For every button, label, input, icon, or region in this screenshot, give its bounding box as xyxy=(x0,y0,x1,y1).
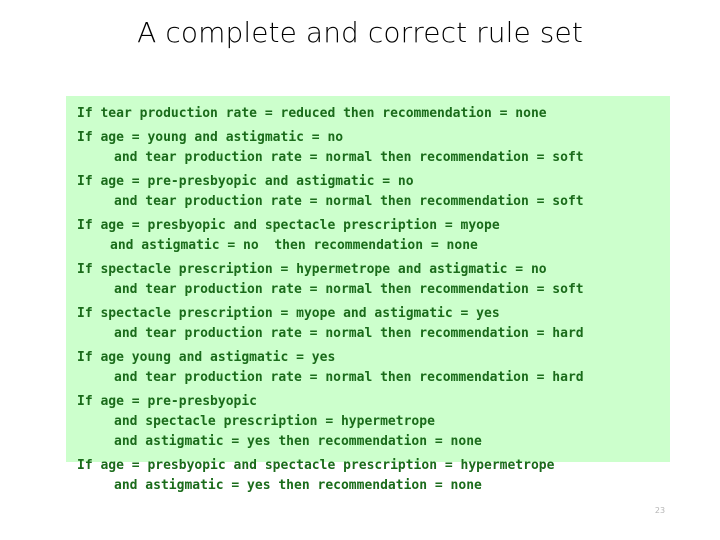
rule-line-continuation: and astigmatic = yes then recommendation… xyxy=(114,478,482,493)
rule-line-continuation: and tear production rate = normal then r… xyxy=(114,150,584,165)
rule-block: If age = presbyopic and spectacle prescr… xyxy=(66,216,670,256)
rule-block: If age = young and astigmatic = no and te… xyxy=(66,128,670,168)
rule-line-head: If spectacle prescription = hypermetrope… xyxy=(77,262,547,277)
slide-canvas: A complete and correct rule set If tear … xyxy=(0,0,720,540)
rule-line-head: If age = presbyopic and spectacle prescr… xyxy=(77,458,555,473)
rule-block: If spectacle prescription = myope and as… xyxy=(66,304,670,344)
rule-line-head: If age young and astigmatic = yes xyxy=(77,350,336,365)
rule-block: If tear production rate = reduced then r… xyxy=(66,104,670,124)
page-title: A complete and correct rule set xyxy=(137,16,583,49)
rule-line-head: If age = pre-presbyopic xyxy=(77,394,258,409)
rule-line-head: If age = young and astigmatic = no xyxy=(77,130,344,145)
rule-line-continuation: and tear production rate = normal then r… xyxy=(114,370,584,385)
rule-line-head: If spectacle prescription = myope and as… xyxy=(77,306,500,321)
rule-line-head: If age = presbyopic and spectacle prescr… xyxy=(77,218,500,233)
rule-line-head: If age = pre-presbyopic and astigmatic =… xyxy=(77,174,414,189)
rule-line-continuation: and tear production rate = normal then r… xyxy=(114,282,584,297)
rule-line-head: If tear production rate = reduced then r… xyxy=(77,106,547,121)
rule-set-panel: If tear production rate = reduced then r… xyxy=(66,96,670,493)
rule-line-continuation: and tear production rate = normal then r… xyxy=(114,194,584,209)
rule-block: If spectacle prescription = hypermetrope… xyxy=(66,260,670,300)
rule-block: If age = pre-presbyopic and spectacle pre… xyxy=(66,392,670,452)
page-number: 23 xyxy=(654,506,666,515)
rule-line-continuation: and astigmatic = no then recommendation … xyxy=(110,238,478,253)
rule-line-continuation: and tear production rate = normal then r… xyxy=(114,326,584,341)
rule-block: If age = pre-presbyopic and astigmatic =… xyxy=(66,172,670,212)
rule-line-continuation: and astigmatic = yes then recommendation… xyxy=(114,434,482,449)
rule-line-continuation: and spectacle prescription = hypermetrop… xyxy=(114,414,435,429)
rule-block: If age = presbyopic and spectacle prescr… xyxy=(66,456,670,496)
rule-block: If age young and astigmatic = yes and tea… xyxy=(66,348,670,388)
